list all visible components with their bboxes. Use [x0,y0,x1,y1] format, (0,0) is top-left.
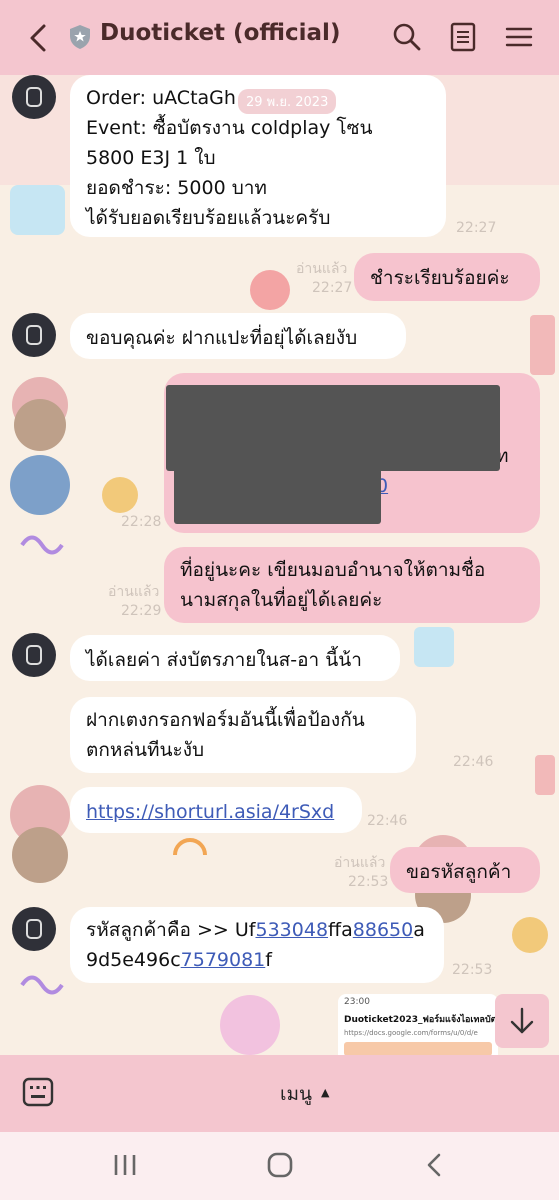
order-line: Event: ซื้อบัตรงาน coldplay โซน [86,117,373,139]
order-line: ได้รับยอดเรียบร้อยแล้วนะครับ [86,207,331,229]
sender-avatar[interactable] [12,907,56,951]
message-time: 22:27 [312,280,353,296]
link-message-bubble[interactable]: https://shorturl.asia/4rSxd [70,787,362,833]
thanks-message-text: ขอบคุณค่ะ ฝากแปะที่อยุ่ได้เลยงับ [86,327,358,349]
message-time: 22:53 [452,962,493,978]
preview-image [344,1042,492,1056]
customer-code-bubble[interactable]: รหัสลูกค้าคือ >> Uf533048ffa88650a 9d5e4… [70,907,444,983]
customer-code-line1: รหัสลูกค้าคือ >> Uf533048ffa88650a [86,915,428,945]
chat-area[interactable]: Order: uACtaGh Event: ซื้อบัตรงาน coldpl… [0,75,559,1055]
preview-title: Duoticket2023_ฟอร์มแจ้งไอเทลบัตรกับคุ [344,1015,498,1025]
scroll-to-bottom-button[interactable] [495,994,549,1048]
paid-message-text: ชำระเรียบร้อยค่ะ [370,267,510,289]
redaction-block [166,385,500,471]
code-phone-link[interactable]: 88650 [353,919,413,941]
customer-code-line2: 9d5e496c7579081f [86,945,428,975]
message-time: 22:53 [348,874,389,890]
paid-message-bubble[interactable]: ชำระเรียบร้อยค่ะ [354,253,540,301]
code-part: ffa [328,919,353,941]
address-line: นามสกุลในที่อยู่ได้เลยค่ะ [180,589,383,611]
logo-icon [26,919,42,939]
message-time: 22:46 [453,754,494,770]
chat-header: Duoticket (official) [0,0,559,75]
message-time: 22:28 [121,514,162,530]
verified-shield-icon [70,25,90,49]
preview-status-time: 23:00 [344,997,370,1007]
address-message-bubble[interactable]: ที่อยู่นะคะ เขียนมอบอำนาจให้ตามชื่อ นามส… [164,547,540,623]
sender-avatar[interactable] [12,633,56,677]
chat-title: Duoticket (official) [100,20,341,46]
preview-url: https://docs.google.com/forms/u/0/d/e [344,1029,478,1037]
message-time: 22:46 [367,813,408,829]
hamburger-menu-icon[interactable] [502,20,536,54]
thanks-message-bubble[interactable]: ขอบคุณค่ะ ฝากแปะที่อยุ่ได้เลยงับ [70,313,406,359]
back-nav-icon[interactable] [420,1150,450,1180]
message-time: 22:27 [456,220,497,236]
message-time: 22:29 [121,603,162,619]
order-line: ยอดชำระ: 5000 บาท [86,177,267,199]
recent-apps-icon[interactable] [110,1150,140,1180]
logo-icon [26,645,42,665]
arrow-down-icon [510,1007,534,1034]
code-phone-link[interactable]: 533048 [256,919,329,941]
caret-up-icon[interactable]: ▲ [321,1086,329,1099]
date-chip: 29 พ.ย. 2023 [238,89,337,114]
keyboard-icon[interactable] [22,1077,54,1107]
send-message-bubble[interactable]: ได้เลยค่า ส่งบัตรภายในส-อา นี้น้า [70,635,400,681]
read-receipt: อ่านแล้ว [296,261,348,277]
form-line: ฝากเตงกรอกฟอร์มอันนี้เพื่อป้องกัน [86,709,365,731]
read-receipt: อ่านแล้ว [108,584,160,600]
back-arrow-icon[interactable] [24,18,54,58]
send-message-text: ได้เลยค่า ส่งบัตรภายในส-อา นี้น้า [86,649,362,671]
shorturl-link[interactable]: https://shorturl.asia/4rSxd [86,801,334,823]
link-preview-card[interactable]: 23:00 Duoticket2023_ฟอร์มแจ้งไอเทลบัตรกั… [338,994,498,1056]
code-request-bubble[interactable]: ขอรหัสลูกค้า [390,847,540,893]
order-line: 5800 E3J 1 ใบ [86,147,216,169]
read-receipt: อ่านแล้ว [334,855,386,871]
code-part: f [265,949,272,971]
search-icon[interactable] [390,20,424,54]
code-part: 9d5e496c [86,949,181,971]
redaction-block [174,468,381,524]
address-line: ที่อยู่นะคะ เขียนมอบอำนาจให้ตามชื่อ [180,559,486,581]
system-nav-bar [0,1132,559,1200]
logo-icon [26,325,42,345]
sender-avatar[interactable] [12,313,56,357]
home-icon[interactable] [265,1150,295,1180]
form-message-bubble[interactable]: ฝากเตงกรอกฟอร์มอันนี้เพื่อป้องกัน ตกหล่น… [70,697,416,773]
rich-menu-bar: เมนู ▲ [0,1055,559,1132]
code-prefix: รหัสลูกค้าคือ >> Uf [86,919,256,941]
code-request-text: ขอรหัสลูกค้า [406,861,512,883]
code-phone-link[interactable]: 7579081 [181,949,266,971]
logo-icon [26,87,42,107]
code-part: a [413,919,425,941]
notes-icon[interactable] [446,20,480,54]
menu-toggle-label[interactable]: เมนู [280,1079,312,1109]
sender-avatar[interactable] [12,75,56,119]
form-line: ตกหล่นทีนะงับ [86,739,205,761]
